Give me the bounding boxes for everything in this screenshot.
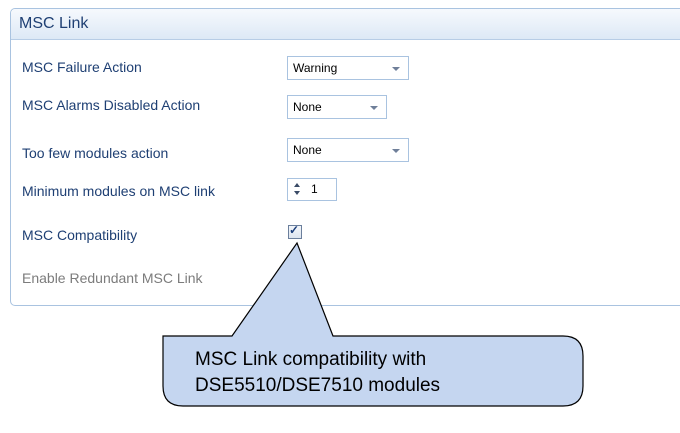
callout-line-1: MSC Link compatibility with (195, 349, 427, 370)
callout-text: MSC Link compatibility with DSE5510/DSE7… (195, 347, 440, 399)
callout-line-2: DSE5510/DSE7510 modules (195, 375, 441, 396)
